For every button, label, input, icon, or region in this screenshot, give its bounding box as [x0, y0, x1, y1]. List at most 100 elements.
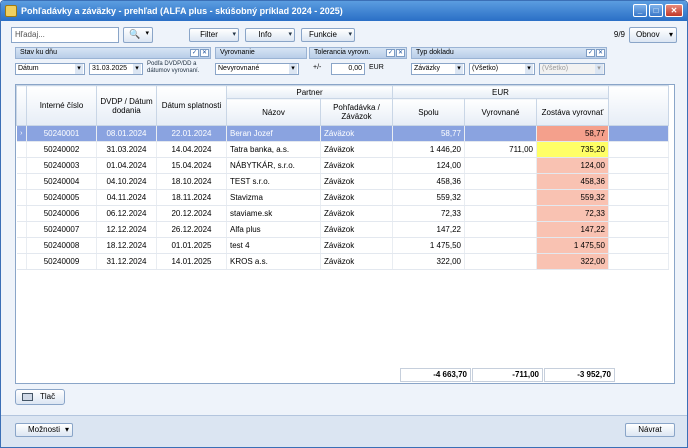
cell-splatnost: 01.01.2025 [156, 237, 227, 254]
col-nazov[interactable]: Názov [226, 98, 321, 126]
moznosti-button[interactable]: Možnosti [15, 423, 73, 437]
chevron-down-icon: ▾ [145, 30, 149, 37]
cell-zostava: 735,20 [536, 141, 609, 158]
cell-vyrovnane [464, 221, 537, 238]
cell-spolu: 559,32 [392, 189, 465, 206]
close-icon[interactable]: ✕ [200, 49, 209, 57]
typ-select[interactable]: Záväzky [411, 63, 465, 75]
cell-typ: Záväzok [320, 173, 393, 190]
cell-spolu: 1 475,50 [392, 237, 465, 254]
cell-dvdp: 18.12.2024 [96, 237, 157, 254]
table-row[interactable]: 50240008 18.12.2024 01.01.2025 test 4 Záväzo… [16, 237, 669, 254]
cell-interne-cislo: 50240001 [26, 125, 97, 142]
close-icon[interactable]: ✕ [596, 49, 605, 57]
info-button[interactable]: Info [245, 28, 295, 42]
close-icon[interactable]: ✕ [396, 49, 405, 57]
cell-typ: Záväzok [320, 157, 393, 174]
table-row[interactable]: 50240005 04.11.2024 18.11.2024 Stavizma Závä… [16, 189, 669, 206]
col-zostava[interactable]: Zostáva vyrovnať [536, 98, 609, 126]
cell-vyrovnane [464, 189, 537, 206]
cell-dvdp: 08.01.2024 [96, 125, 157, 142]
filter-panel: Stav ku dňu ✓✕ Dátum 31.03.2025 Podľa DV… [15, 47, 673, 79]
cell-splatnost: 18.10.2024 [156, 173, 227, 190]
cell-vyrovnane: 711,00 [464, 141, 537, 158]
cell-spolu: 124,00 [392, 157, 465, 174]
cell-zostava: 458,36 [536, 173, 609, 190]
row-indicator [16, 253, 27, 270]
cell-splatnost: 14.01.2025 [156, 253, 227, 270]
maximize-icon[interactable]: □ [649, 4, 663, 17]
window-controls: _ □ ✕ [633, 4, 683, 17]
vyrovnanie-select[interactable]: Nevyrovnané [215, 63, 299, 75]
table-row[interactable]: 50240006 06.12.2024 20.12.2024 staviame.sk Z… [16, 205, 669, 222]
col-dvdp[interactable]: DVDP / Dátum dodania [96, 85, 157, 126]
row-indicator [16, 189, 27, 206]
table-row[interactable]: 50240003 01.04.2024 15.04.2024 NÁBYTKÁR, s.… [16, 157, 669, 174]
cell-empty [608, 237, 669, 254]
col-splatnost[interactable]: Dátum splatnosti [156, 85, 227, 126]
search-icon: 🔍 [129, 29, 141, 39]
table-row[interactable]: 50240004 04.10.2024 18.10.2024 TEST s.r.o. Z… [16, 173, 669, 190]
cell-vyrovnane [464, 173, 537, 190]
table-row[interactable]: 50240009 31.12.2024 14.01.2025 KROS a.s. Záv… [16, 253, 669, 270]
cell-typ: Záväzok [320, 237, 393, 254]
check-icon[interactable]: ✓ [586, 49, 595, 57]
funkcie-button[interactable]: Funkcie [301, 28, 355, 42]
col-vyrovnane[interactable]: Vyrovnané [464, 98, 537, 126]
row-indicator [16, 237, 27, 254]
cell-nazov: Beran Jozef [226, 125, 321, 142]
cell-typ: Záväzok [320, 253, 393, 270]
cell-empty [608, 125, 669, 142]
filter-vyrovnanie-label: Vyrovnanie [220, 49, 255, 56]
search-button[interactable]: 🔍 ▾ [123, 27, 153, 43]
cell-vyrovnane [464, 125, 537, 142]
stav-date-input[interactable]: 31.03.2025 [89, 63, 143, 75]
cell-vyrovnane [464, 253, 537, 270]
filter-vyrovnanie-header: Vyrovnanie [215, 47, 307, 59]
total-vyrovnane: -711,00 [472, 368, 543, 382]
cell-empty [608, 173, 669, 190]
col-spolu[interactable]: Spolu [392, 98, 465, 126]
filter-typ-header: Typ dokladu ✓ ✕ [411, 47, 607, 59]
col-empty [608, 85, 669, 126]
cell-typ: Záväzok [320, 141, 393, 158]
navrat-button[interactable]: Návrat [625, 423, 675, 437]
col-typ[interactable]: Pohľadávka / Záväzok [320, 98, 393, 126]
minimize-icon[interactable]: _ [633, 4, 647, 17]
table-row[interactable]: 50240002 31.03.2024 14.04.2024 Tatra banka,… [16, 141, 669, 158]
row-indicator [16, 157, 27, 174]
table-row[interactable]: › 50240001 08.01.2024 22.01.2024 Beran Jozef… [16, 125, 669, 142]
row-indicator [16, 173, 27, 190]
search-input[interactable]: Hľadaj... [11, 27, 119, 43]
typ-select-3[interactable]: (Všetko) [539, 63, 605, 75]
check-icon[interactable]: ✓ [386, 49, 395, 57]
title-bar: Pohľadávky a záväzky - prehľad (ALFA plu… [1, 1, 687, 21]
col-interne-cislo[interactable]: Interné číslo [26, 85, 97, 126]
cell-interne-cislo: 50240009 [26, 253, 97, 270]
close-icon[interactable]: ✕ [665, 4, 683, 17]
cell-dvdp: 04.10.2024 [96, 173, 157, 190]
tolerancia-input[interactable]: 0,00 [331, 63, 365, 75]
typ-select-2[interactable]: (Všetko) [469, 63, 535, 75]
filter-button[interactable]: Filter [189, 28, 239, 42]
row-indicator: › [16, 125, 27, 142]
check-icon[interactable]: ✓ [190, 49, 199, 57]
print-button[interactable]: Tlač [15, 389, 65, 405]
cell-splatnost: 15.04.2024 [156, 157, 227, 174]
cell-zostava: 559,32 [536, 189, 609, 206]
cell-empty [608, 205, 669, 222]
cell-nazov: staviame.sk [226, 205, 321, 222]
toolbar: Hľadaj... 🔍 ▾ Filter Info Funkcie 9/9 Ob… [11, 27, 677, 43]
page-info: 9/9 [613, 30, 625, 39]
table-row[interactable]: 50240007 12.12.2024 26.12.2024 Alfa plus Záv… [16, 221, 669, 238]
stav-field-select[interactable]: Dátum [15, 63, 85, 75]
refresh-button[interactable]: Obnov [629, 27, 677, 43]
stav-note: Podľa DVDP/DD a dátumov vyrovnaní. [147, 61, 200, 74]
cell-dvdp: 01.04.2024 [96, 157, 157, 174]
cell-interne-cislo: 50240002 [26, 141, 97, 158]
cell-nazov: Stavizma [226, 189, 321, 206]
cell-empty [608, 253, 669, 270]
cell-empty [608, 189, 669, 206]
total-zostava: -3 952,70 [544, 368, 615, 382]
cell-typ: Záväzok [320, 205, 393, 222]
